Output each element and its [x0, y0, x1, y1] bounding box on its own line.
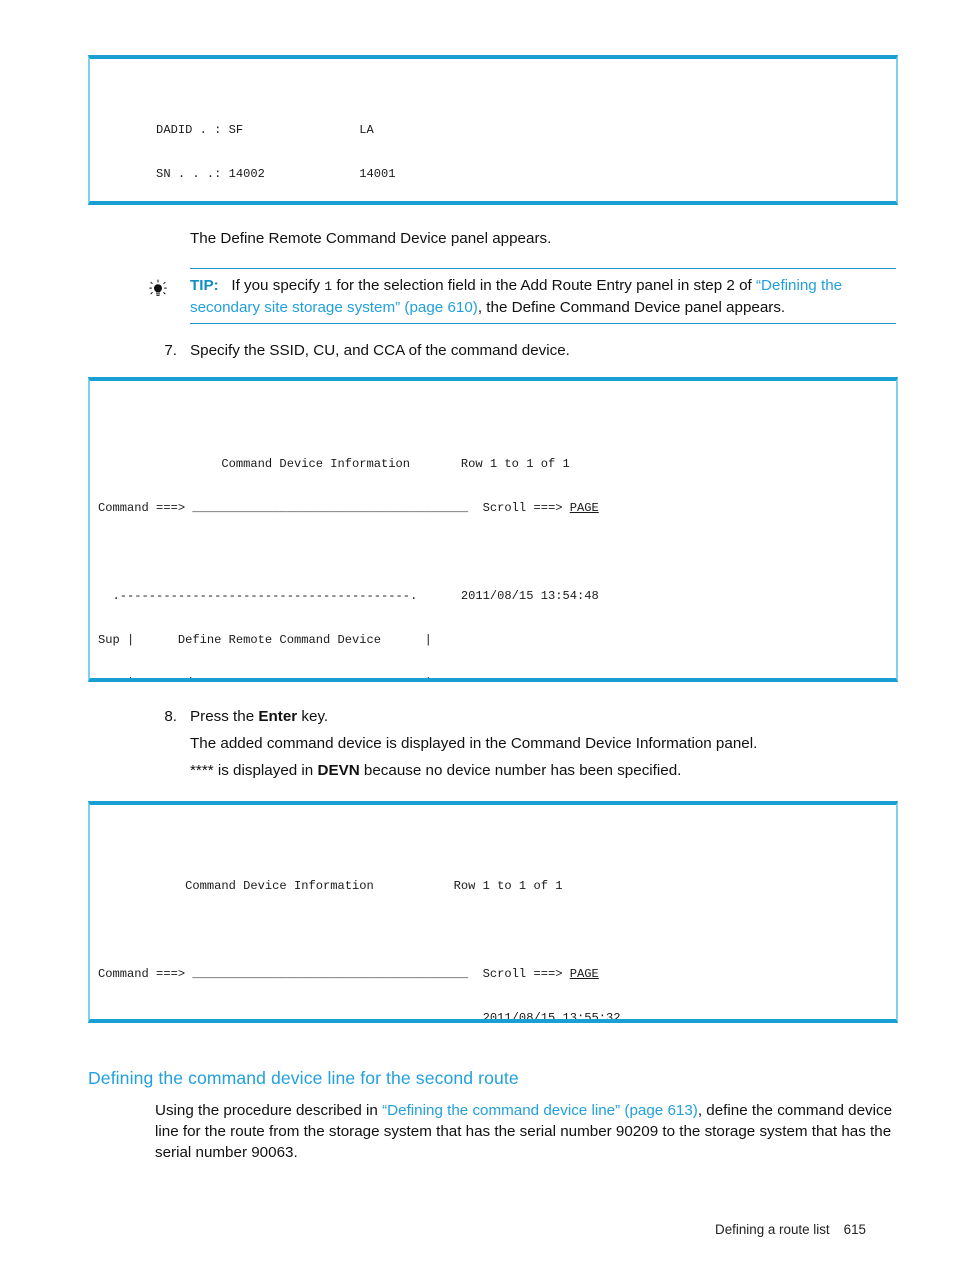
- tip-bottom-rule: [190, 323, 896, 324]
- terminal-panel-2-content: Command Device Information Row 1 to 1 of…: [90, 410, 896, 678]
- section-paragraph: Using the procedure described in “Defini…: [155, 1100, 897, 1163]
- tip-text-part3: , the Define Command Device panel appear…: [477, 299, 786, 316]
- step-8-line-2: The added command device is displayed in…: [190, 735, 758, 752]
- terminal-line: Command ===> ___________________________…: [98, 501, 599, 516]
- terminal-line: DADID . : SF LA: [98, 123, 374, 138]
- section-cross-reference-link[interactable]: “Defining the command device line” (page…: [382, 1102, 698, 1119]
- section-para-pre: Using the procedure described in: [155, 1102, 383, 1119]
- step-8-post: key.: [297, 708, 329, 725]
- step-8-line3-pre: **** is displayed in: [190, 762, 318, 779]
- terminal-panel-add-route-entry: DADID . : SF LA SN . . .: 14002 14001 --…: [88, 55, 898, 205]
- tip-body: TIP: If you specify 1 for the selection …: [190, 269, 896, 323]
- terminal-line: Command ===> ___________________________…: [98, 966, 599, 981]
- step-8-line3-post: because no device number has been specif…: [359, 762, 682, 779]
- section-heading-second-route: Defining the command device line for the…: [88, 1068, 519, 1088]
- footer-page-number: 615: [843, 1222, 866, 1237]
- terminal-line: Command Device Information Row 1 to 1 of…: [98, 879, 563, 894]
- tip-callout: TIP: If you specify 1 for the selection …: [190, 268, 896, 324]
- step-7-text: Specify the SSID, CU, and CCA of the com…: [190, 342, 570, 359]
- terminal-line: | Command ===> _______________________ |: [98, 676, 896, 678]
- step-8-enter-key: Enter: [258, 708, 298, 725]
- page-footer: Defining a route list 615: [715, 1222, 866, 1237]
- caption-define-remote-command-device: The Define Remote Command Device panel a…: [190, 230, 552, 247]
- step-8-pre: Press the: [190, 708, 259, 725]
- footer-chapter-title: Defining a route list: [715, 1222, 830, 1237]
- terminal-line: Command Device Information Row 1 to 1 of…: [98, 457, 570, 472]
- terminal-line: SN . . .: 14002 14001: [98, 167, 396, 182]
- terminal-line: 2011/08/15 13:55:32: [98, 1010, 621, 1023]
- tip-label: TIP:: [190, 277, 219, 294]
- step-8-line-3: **** is displayed in DEVN because no dev…: [190, 760, 910, 781]
- lightbulb-icon: [146, 279, 170, 303]
- terminal-panel-1-content: DADID . : SF LA SN . . .: 14002 14001 --…: [90, 88, 896, 201]
- step-8-line-1: Press the Enter key.: [190, 706, 890, 727]
- tip-mono-value: 1: [324, 279, 333, 294]
- terminal-line: .---------------------------------------…: [98, 588, 599, 603]
- step-7-number: 7.: [164, 342, 177, 359]
- terminal-panel-3-content: Command Device Information Row 1 to 1 of…: [90, 834, 896, 1023]
- step-8-devn: DEVN: [317, 762, 360, 779]
- tip-text-part2: for the selection field in the Add Route…: [332, 277, 756, 294]
- tip-text-part1: If you specify: [231, 277, 325, 294]
- terminal-panel-define-remote-command-device: Command Device Information Row 1 to 1 of…: [88, 377, 898, 682]
- step-8-number: 8.: [164, 708, 177, 725]
- terminal-line: Sup | Define Remote Command Device |: [98, 632, 432, 647]
- terminal-panel-command-device-information: Command Device Information Row 1 to 1 of…: [88, 801, 898, 1023]
